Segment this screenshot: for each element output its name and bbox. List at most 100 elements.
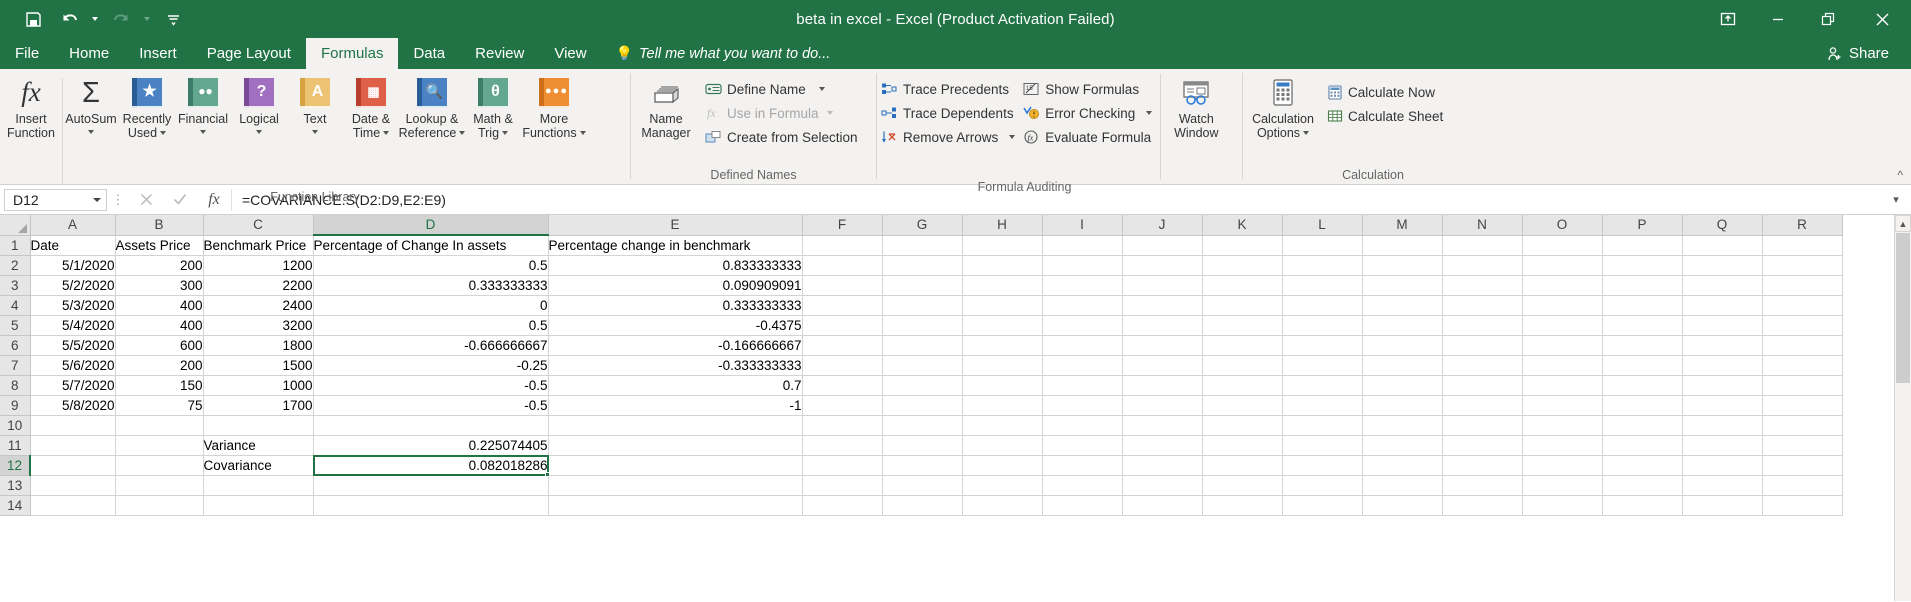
define-name-button[interactable]: Define Name xyxy=(701,77,862,101)
column-header-d[interactable]: D xyxy=(313,215,549,236)
cell-f6[interactable] xyxy=(802,335,883,356)
scrollbar-thumb[interactable] xyxy=(1896,233,1910,383)
logical-button[interactable]: ? Logical xyxy=(231,74,287,134)
cell-j3[interactable] xyxy=(1122,275,1203,296)
cell-i5[interactable] xyxy=(1042,315,1123,336)
row-header-11[interactable]: 11 xyxy=(0,435,31,456)
tab-review[interactable]: Review xyxy=(460,38,539,69)
restore-icon[interactable] xyxy=(1803,0,1853,38)
cell-m13[interactable] xyxy=(1362,475,1443,496)
cell-n13[interactable] xyxy=(1442,475,1523,496)
cell-l7[interactable] xyxy=(1282,355,1363,376)
select-all-button[interactable] xyxy=(0,215,31,236)
cell-j7[interactable] xyxy=(1122,355,1203,376)
cell-o4[interactable] xyxy=(1522,295,1603,316)
calculate-now-button[interactable]: Calculate Now xyxy=(1323,80,1447,104)
cell-l2[interactable] xyxy=(1282,255,1363,276)
cell-j9[interactable] xyxy=(1122,395,1203,416)
cell-r6[interactable] xyxy=(1762,335,1843,356)
collapse-ribbon-icon[interactable]: ^ xyxy=(1897,168,1903,182)
cell-n3[interactable] xyxy=(1442,275,1523,296)
cell-p14[interactable] xyxy=(1602,495,1683,516)
cell-n8[interactable] xyxy=(1442,375,1523,396)
row-header-9[interactable]: 9 xyxy=(0,395,31,416)
remove-arrows-button[interactable]: Remove Arrows xyxy=(877,125,1019,149)
cell-n12[interactable] xyxy=(1442,455,1523,476)
cell-d5[interactable]: 0.5 xyxy=(313,315,549,336)
cell-g7[interactable] xyxy=(882,355,963,376)
cell-l4[interactable] xyxy=(1282,295,1363,316)
cell-r3[interactable] xyxy=(1762,275,1843,296)
cell-n5[interactable] xyxy=(1442,315,1523,336)
undo-dropdown-icon[interactable] xyxy=(88,4,102,34)
column-header-m[interactable]: M xyxy=(1362,215,1443,236)
cell-l12[interactable] xyxy=(1282,455,1363,476)
cell-j14[interactable] xyxy=(1122,495,1203,516)
cell-i3[interactable] xyxy=(1042,275,1123,296)
cell-j4[interactable] xyxy=(1122,295,1203,316)
cell-o14[interactable] xyxy=(1522,495,1603,516)
watch-window-button[interactable]: Watch Window xyxy=(1165,74,1227,140)
row-header-8[interactable]: 8 xyxy=(0,375,31,396)
cell-b7[interactable]: 200 xyxy=(115,355,204,376)
cell-a4[interactable]: 5/3/2020 xyxy=(30,295,116,316)
column-header-n[interactable]: N xyxy=(1442,215,1523,236)
cell-p8[interactable] xyxy=(1602,375,1683,396)
cell-d9[interactable]: -0.5 xyxy=(313,395,549,416)
cell-d10[interactable] xyxy=(313,415,549,436)
cell-k2[interactable] xyxy=(1202,255,1283,276)
cell-q1[interactable] xyxy=(1682,235,1763,256)
cell-e10[interactable] xyxy=(548,415,803,436)
show-formulas-button[interactable]: 15 Show Formulas xyxy=(1019,77,1156,101)
cell-r8[interactable] xyxy=(1762,375,1843,396)
cell-e13[interactable] xyxy=(548,475,803,496)
cell-f2[interactable] xyxy=(802,255,883,276)
cell-o2[interactable] xyxy=(1522,255,1603,276)
math-trig-dropdown-icon[interactable] xyxy=(502,131,509,136)
date-time-dropdown-icon[interactable] xyxy=(383,131,390,136)
column-header-i[interactable]: I xyxy=(1042,215,1123,236)
trace-dependents-button[interactable]: Trace Dependents xyxy=(877,101,1019,125)
cell-d2[interactable]: 0.5 xyxy=(313,255,549,276)
cell-f5[interactable] xyxy=(802,315,883,336)
error-checking-button[interactable]: Error Checking xyxy=(1019,101,1156,125)
cell-l14[interactable] xyxy=(1282,495,1363,516)
cell-k7[interactable] xyxy=(1202,355,1283,376)
cell-q9[interactable] xyxy=(1682,395,1763,416)
cell-p7[interactable] xyxy=(1602,355,1683,376)
autosum-button[interactable]: Σ AutoSum xyxy=(63,74,119,134)
cell-f4[interactable] xyxy=(802,295,883,316)
cell-l10[interactable] xyxy=(1282,415,1363,436)
tab-view[interactable]: View xyxy=(539,38,601,69)
cell-q8[interactable] xyxy=(1682,375,1763,396)
cell-m14[interactable] xyxy=(1362,495,1443,516)
cell-g11[interactable] xyxy=(882,435,963,456)
cell-o8[interactable] xyxy=(1522,375,1603,396)
cell-f1[interactable] xyxy=(802,235,883,256)
cell-n4[interactable] xyxy=(1442,295,1523,316)
cell-q11[interactable] xyxy=(1682,435,1763,456)
cell-q2[interactable] xyxy=(1682,255,1763,276)
cell-p3[interactable] xyxy=(1602,275,1683,296)
cell-p4[interactable] xyxy=(1602,295,1683,316)
cell-a8[interactable]: 5/7/2020 xyxy=(30,375,116,396)
column-header-c[interactable]: C xyxy=(203,215,314,236)
text-button[interactable]: A Text xyxy=(287,74,343,134)
column-header-k[interactable]: K xyxy=(1202,215,1283,236)
cell-g13[interactable] xyxy=(882,475,963,496)
cell-p9[interactable] xyxy=(1602,395,1683,416)
cell-h5[interactable] xyxy=(962,315,1043,336)
cell-k14[interactable] xyxy=(1202,495,1283,516)
cell-l5[interactable] xyxy=(1282,315,1363,336)
cell-c14[interactable] xyxy=(203,495,314,516)
tab-insert[interactable]: Insert xyxy=(124,38,192,69)
cell-n2[interactable] xyxy=(1442,255,1523,276)
cell-h3[interactable] xyxy=(962,275,1043,296)
cell-k4[interactable] xyxy=(1202,295,1283,316)
cell-q12[interactable] xyxy=(1682,455,1763,476)
error-checking-dropdown-icon[interactable] xyxy=(1146,111,1153,115)
tab-data[interactable]: Data xyxy=(398,38,460,69)
cell-j6[interactable] xyxy=(1122,335,1203,356)
cell-h9[interactable] xyxy=(962,395,1043,416)
cell-n14[interactable] xyxy=(1442,495,1523,516)
